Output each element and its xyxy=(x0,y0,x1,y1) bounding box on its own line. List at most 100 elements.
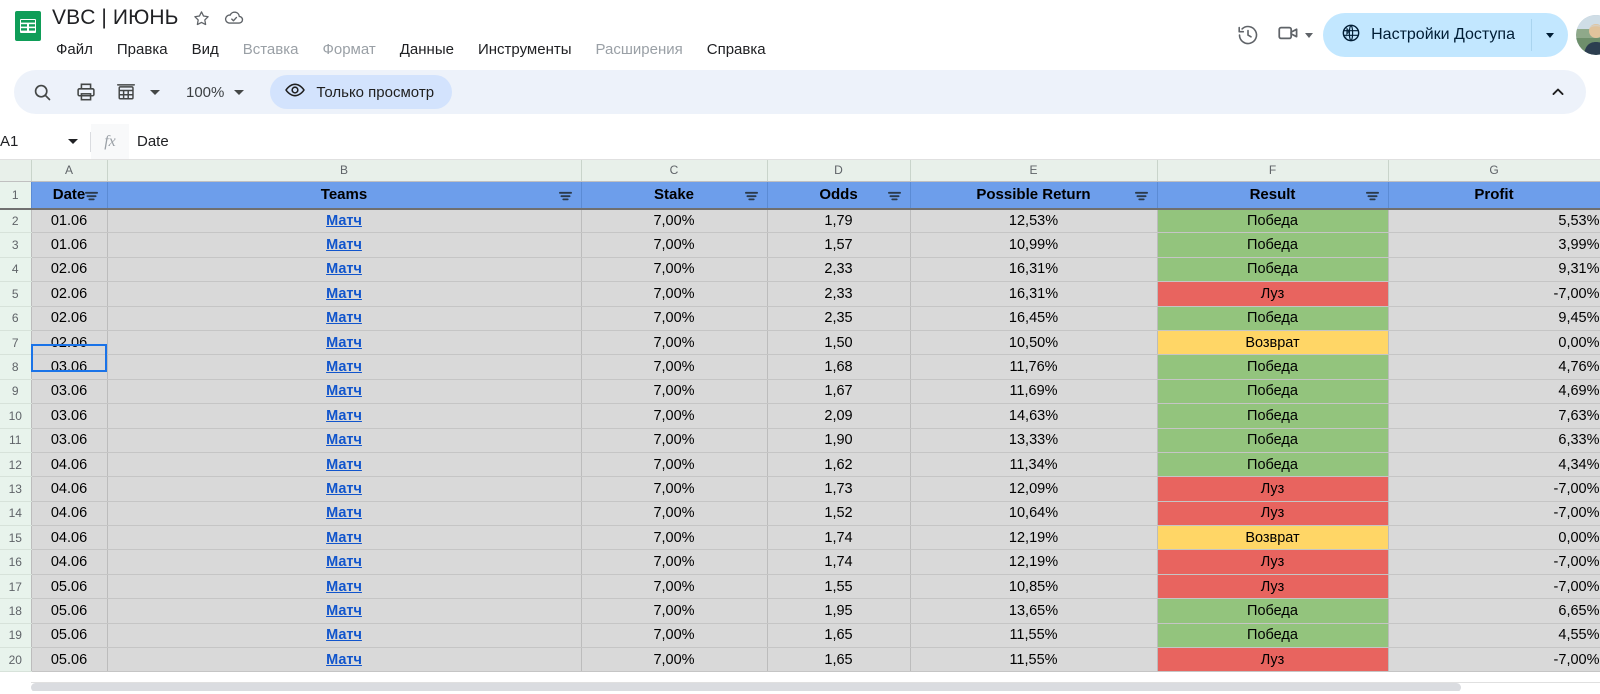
match-link[interactable]: Матч xyxy=(326,432,362,448)
cell-result[interactable]: Луз xyxy=(1157,549,1389,575)
cell-odds[interactable]: 1,68 xyxy=(767,354,911,380)
cell-odds[interactable]: 1,74 xyxy=(767,525,911,551)
cell-profit[interactable]: -7,00% xyxy=(1388,549,1600,575)
filter-icon[interactable] xyxy=(1365,189,1380,201)
search-icon[interactable] xyxy=(24,74,60,110)
cell-odds[interactable]: 1,57 xyxy=(767,232,911,258)
row-header-4[interactable]: 4 xyxy=(0,257,32,283)
sheet-view-button[interactable] xyxy=(108,74,172,110)
cell-odds[interactable]: 1,74 xyxy=(767,549,911,575)
cell-result[interactable]: Победа xyxy=(1157,306,1389,331)
chevron-up-icon[interactable] xyxy=(1540,74,1576,110)
cell-stake[interactable]: 7,00% xyxy=(581,354,768,380)
cell-stake[interactable]: 7,00% xyxy=(581,598,768,624)
table-row[interactable]: 14 04.06 Матч 7,00% 1,52 10,64% Луз -7,00% xyxy=(0,501,1600,527)
match-link[interactable]: Матч xyxy=(326,335,362,351)
cell-stake[interactable]: 7,00% xyxy=(581,647,768,673)
share-dropdown-button[interactable] xyxy=(1532,13,1568,57)
cell-profit[interactable]: 4,76% xyxy=(1388,354,1600,380)
row-header-5[interactable]: 5 xyxy=(0,281,32,307)
cell-stake[interactable]: 7,00% xyxy=(581,452,768,478)
cell-stake[interactable]: 7,00% xyxy=(581,403,768,429)
match-link[interactable]: Матч xyxy=(326,457,362,473)
match-link[interactable]: Матч xyxy=(326,652,362,668)
cell-result[interactable]: Победа xyxy=(1157,428,1389,453)
cell-date[interactable]: 02.06 xyxy=(31,306,108,331)
cell-date[interactable]: 03.06 xyxy=(31,428,108,453)
cell-odds[interactable]: 1,95 xyxy=(767,598,911,624)
cell-team[interactable]: Матч xyxy=(107,598,582,624)
cloud-saved-icon[interactable] xyxy=(223,7,245,29)
cell-possible-return[interactable]: 16,31% xyxy=(910,257,1158,283)
cell-possible-return[interactable]: 10,99% xyxy=(910,232,1158,258)
cell-profit[interactable]: -7,00% xyxy=(1388,574,1600,600)
cell-odds[interactable]: 1,65 xyxy=(767,647,911,673)
cell-possible-return[interactable]: 11,76% xyxy=(910,354,1158,380)
cell-possible-return[interactable]: 11,55% xyxy=(910,623,1158,649)
match-link[interactable]: Матч xyxy=(326,310,362,326)
cell-date[interactable]: 02.06 xyxy=(31,330,108,356)
table-row[interactable]: 20 05.06 Матч 7,00% 1,65 11,55% Луз -7,00% xyxy=(0,647,1600,673)
table-row[interactable]: 17 05.06 Матч 7,00% 1,55 10,85% Луз -7,00% xyxy=(0,574,1600,600)
cell-team[interactable]: Матч xyxy=(107,623,582,649)
cell-stake[interactable]: 7,00% xyxy=(581,623,768,649)
cell-team[interactable]: Матч xyxy=(107,647,582,673)
cell-date[interactable]: 05.06 xyxy=(31,647,108,673)
cell-stake[interactable]: 7,00% xyxy=(581,232,768,258)
cell-possible-return[interactable]: 11,55% xyxy=(910,647,1158,673)
cell-result[interactable]: Возврат xyxy=(1157,525,1389,551)
cell-date[interactable]: 04.06 xyxy=(31,501,108,527)
menu-item-file[interactable]: Файл xyxy=(54,39,95,60)
cell-odds[interactable]: 1,50 xyxy=(767,330,911,356)
table-row[interactable]: 11 03.06 Матч 7,00% 1,90 13,33% Победа 6,33% xyxy=(0,428,1600,453)
table-row[interactable]: 4 02.06 Матч 7,00% 2,33 16,31% Победа 9,31% xyxy=(0,257,1600,283)
cell-profit[interactable]: -7,00% xyxy=(1388,281,1600,307)
row-header-1[interactable]: 1 xyxy=(0,181,32,210)
cell-team[interactable]: Матч xyxy=(107,208,582,234)
cell-profit[interactable]: 6,33% xyxy=(1388,428,1600,453)
scrollbar-thumb[interactable] xyxy=(31,683,1461,691)
cell-date[interactable]: 03.06 xyxy=(31,354,108,380)
history-clock-icon[interactable] xyxy=(1228,15,1268,55)
menu-item-edit[interactable]: Правка xyxy=(115,39,170,60)
cell-date[interactable]: 04.06 xyxy=(31,476,108,502)
cell-date[interactable]: 04.06 xyxy=(31,452,108,478)
table-row[interactable]: 5 02.06 Матч 7,00% 2,33 16,31% Луз -7,00% xyxy=(0,281,1600,307)
cell-profit[interactable]: 4,34% xyxy=(1388,452,1600,478)
match-link[interactable]: Матч xyxy=(326,383,362,399)
cell-result[interactable]: Луз xyxy=(1157,476,1389,502)
cell-possible-return[interactable]: 13,33% xyxy=(910,428,1158,453)
filter-icon[interactable] xyxy=(887,189,902,201)
table-row[interactable]: 12 04.06 Матч 7,00% 1,62 11,34% Победа 4,34% xyxy=(0,452,1600,478)
column-header-d[interactable]: D xyxy=(767,160,911,182)
match-link[interactable]: Матч xyxy=(326,481,362,497)
table-row[interactable]: 3 01.06 Матч 7,00% 1,57 10,99% Победа 3,99% xyxy=(0,232,1600,258)
cell-profit[interactable]: 0,00% xyxy=(1388,330,1600,356)
share-button[interactable]: Настройки Доступа xyxy=(1323,13,1531,57)
cell-team[interactable]: Матч xyxy=(107,379,582,405)
row-header-12[interactable]: 12 xyxy=(0,452,32,478)
row-header-9[interactable]: 9 xyxy=(0,379,32,405)
share-button-group[interactable]: Настройки Доступа xyxy=(1323,13,1568,57)
cell-profit[interactable]: 9,31% xyxy=(1388,257,1600,283)
cell-stake[interactable]: 7,00% xyxy=(581,257,768,283)
cell-result[interactable]: Победа xyxy=(1157,208,1389,234)
cell-possible-return[interactable]: 13,65% xyxy=(910,598,1158,624)
cell-profit[interactable]: -7,00% xyxy=(1388,647,1600,673)
filter-icon[interactable] xyxy=(744,189,759,201)
row-header-19[interactable]: 19 xyxy=(0,623,32,649)
row-header-8[interactable]: 8 xyxy=(0,354,32,380)
view-only-badge[interactable]: Только просмотр xyxy=(270,75,453,109)
row-header-2[interactable]: 2 xyxy=(0,208,32,234)
column-header-e[interactable]: E xyxy=(910,160,1158,182)
cell-profit[interactable]: -7,00% xyxy=(1388,476,1600,502)
header-cell-profit[interactable]: Profit xyxy=(1388,181,1600,210)
cell-possible-return[interactable]: 10,85% xyxy=(910,574,1158,600)
table-row[interactable]: 2 01.06 Матч 7,00% 1,79 12,53% Победа 5,53% xyxy=(0,208,1600,234)
cell-date[interactable]: 05.06 xyxy=(31,598,108,624)
cell-possible-return[interactable]: 14,63% xyxy=(910,403,1158,429)
cell-result[interactable]: Победа xyxy=(1157,403,1389,429)
cell-stake[interactable]: 7,00% xyxy=(581,428,768,453)
cell-profit[interactable]: 5,53% xyxy=(1388,208,1600,234)
horizontal-scrollbar[interactable] xyxy=(31,682,1600,691)
